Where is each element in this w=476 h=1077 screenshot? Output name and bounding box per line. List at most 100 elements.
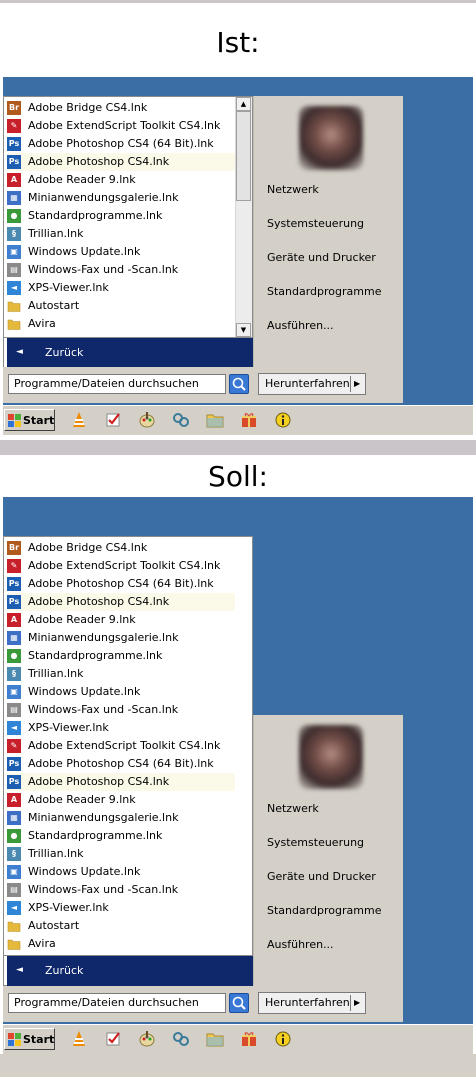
program-item[interactable]: ◄ XPS-Viewer.lnk (7, 899, 235, 917)
photoshop-icon: Ps (7, 595, 21, 609)
program-item[interactable]: Ps Adobe Photoshop CS4 (64 Bit).lnk (7, 755, 235, 773)
program-item[interactable]: ▤ Windows-Fax und -Scan.lnk (7, 881, 235, 899)
program-item[interactable]: ✎ Adobe ExtendScript Toolkit CS4.lnk (7, 737, 235, 755)
program-item-label: Adobe Reader 9.lnk (28, 793, 136, 806)
link-default-programs[interactable]: Standardprogramme (267, 904, 381, 917)
program-item-label: Adobe ExtendScript Toolkit CS4.lnk (28, 739, 221, 752)
fax-icon: ▤ (7, 883, 21, 897)
windows-update-icon: ▣ (7, 245, 21, 259)
program-item[interactable]: Autostart (7, 297, 235, 315)
shutdown-button[interactable]: Herunterfahren ▶ (258, 992, 366, 1014)
program-item-label: Adobe Bridge CS4.lnk (28, 541, 148, 554)
shutdown-arrow-icon[interactable]: ▶ (354, 374, 360, 394)
link-default-programs[interactable]: Standardprogramme (267, 285, 381, 298)
program-item[interactable]: ● Standardprogramme.lnk (7, 207, 235, 225)
program-item-label: Windows-Fax und -Scan.lnk (28, 703, 179, 716)
program-item[interactable]: ▣ Windows Update.lnk (7, 243, 235, 261)
scroll-thumb[interactable] (236, 111, 251, 201)
program-item[interactable]: ✎ Adobe ExtendScript Toolkit CS4.lnk (7, 117, 235, 135)
user-avatar[interactable] (299, 725, 363, 789)
adobe-bridge-icon: Br (7, 101, 21, 115)
program-item[interactable]: A Adobe Reader 9.lnk (7, 611, 235, 629)
info-icon[interactable] (274, 1030, 292, 1048)
photoshop-icon: Ps (7, 577, 21, 591)
program-item[interactable]: Ps Adobe Photoshop CS4 (64 Bit).lnk (7, 135, 235, 153)
start-button[interactable]: Start (4, 409, 55, 431)
taskbar: Start (3, 405, 473, 435)
program-item[interactable]: Br Adobe Bridge CS4.lnk (7, 99, 235, 117)
gift-icon[interactable] (240, 1030, 258, 1048)
link-run[interactable]: Ausführen... (267, 319, 334, 332)
link-control-panel[interactable]: Systemsteuerung (267, 836, 364, 849)
start-button[interactable]: Start (4, 1028, 55, 1050)
program-item-label: Adobe Photoshop CS4.lnk (28, 155, 170, 168)
user-avatar[interactable] (299, 106, 363, 170)
program-item[interactable]: A Adobe Reader 9.lnk (7, 171, 235, 189)
program-item[interactable]: ▦ Minianwendungsgalerie.lnk (7, 809, 235, 827)
search-input[interactable]: Programme/Dateien durchsuchen (8, 993, 226, 1013)
trillian-icon[interactable] (172, 411, 190, 429)
program-item[interactable]: Ps Adobe Photoshop CS4 (64 Bit).lnk (7, 575, 235, 593)
back-arrow-icon: ◄ (16, 347, 23, 357)
program-item[interactable]: § Trillian.lnk (7, 665, 235, 683)
search-icon[interactable] (229, 374, 249, 394)
program-item[interactable]: Ps Adobe Photoshop CS4.lnk (7, 593, 235, 611)
link-devices-printers[interactable]: Geräte und Drucker (267, 251, 376, 264)
fax-icon: ▤ (7, 263, 21, 277)
folder-icon[interactable] (206, 411, 224, 429)
link-control-panel[interactable]: Systemsteuerung (267, 217, 364, 230)
program-item[interactable]: Avira (7, 315, 235, 333)
back-arrow-icon: ◄ (16, 965, 23, 975)
program-item[interactable]: Br Adobe Bridge CS4.lnk (7, 539, 235, 557)
shutdown-arrow-icon[interactable]: ▶ (354, 993, 360, 1013)
program-item[interactable]: ▦ Minianwendungsgalerie.lnk (7, 189, 235, 207)
back-button[interactable]: ◄ Zurück (7, 338, 253, 368)
soll-section: Soll: Br Adobe Bridge CS4.lnk ✎ Adobe Exten… (0, 440, 476, 1077)
vlc-icon[interactable] (70, 1030, 88, 1048)
scrollbar[interactable]: ▲ ▼ (235, 97, 252, 337)
checklist-icon[interactable] (104, 411, 122, 429)
checklist-icon[interactable] (104, 1030, 122, 1048)
back-button[interactable]: ◄ Zurück (7, 956, 253, 986)
program-item[interactable]: § Trillian.lnk (7, 225, 235, 243)
shutdown-button[interactable]: Herunterfahren ▶ (258, 373, 366, 395)
program-item-label: Minianwendungsgalerie.lnk (28, 631, 179, 644)
program-item[interactable]: ▤ Windows-Fax und -Scan.lnk (7, 701, 235, 719)
folder-icon (7, 299, 21, 313)
link-run[interactable]: Ausführen... (267, 938, 334, 951)
program-item[interactable]: ▦ Minianwendungsgalerie.lnk (7, 629, 235, 647)
paint-icon[interactable] (138, 411, 156, 429)
right-panel: Netzwerk Systemsteuerung Geräte und Druc… (253, 96, 403, 368)
info-icon[interactable] (274, 411, 292, 429)
program-item[interactable]: ◄ XPS-Viewer.lnk (7, 279, 235, 297)
program-item[interactable]: ● Standardprogramme.lnk (7, 647, 235, 665)
link-devices-printers[interactable]: Geräte und Drucker (267, 870, 376, 883)
vlc-icon[interactable] (70, 411, 88, 429)
program-item[interactable]: Avira (7, 935, 235, 953)
link-network[interactable]: Netzwerk (267, 802, 319, 815)
paint-icon[interactable] (138, 1030, 156, 1048)
scroll-down-button[interactable]: ▼ (236, 323, 251, 337)
scroll-up-button[interactable]: ▲ (236, 97, 251, 111)
trillian-icon[interactable] (172, 1030, 190, 1048)
folder-icon (7, 317, 21, 331)
program-item[interactable]: Ps Adobe Photoshop CS4.lnk (7, 773, 235, 791)
search-input[interactable]: Programme/Dateien durchsuchen (8, 374, 226, 394)
start-label: Start (23, 414, 55, 427)
search-icon[interactable] (229, 993, 249, 1013)
program-item[interactable]: ◄ XPS-Viewer.lnk (7, 719, 235, 737)
program-item[interactable]: ● Standardprogramme.lnk (7, 827, 235, 845)
program-item[interactable]: Autostart (7, 917, 235, 935)
program-item[interactable]: ▤ Windows-Fax und -Scan.lnk (7, 261, 235, 279)
program-item[interactable]: Ps Adobe Photoshop CS4.lnk (7, 153, 235, 171)
program-item[interactable]: A Adobe Reader 9.lnk (7, 791, 235, 809)
program-item[interactable]: § Trillian.lnk (7, 845, 235, 863)
adobe-reader-icon: A (7, 173, 21, 187)
folder-icon[interactable] (206, 1030, 224, 1048)
program-item[interactable]: ▣ Windows Update.lnk (7, 863, 235, 881)
program-item[interactable]: ✎ Adobe ExtendScript Toolkit CS4.lnk (7, 557, 235, 575)
adobe-extendscript-icon: ✎ (7, 119, 21, 133)
program-item[interactable]: ▣ Windows Update.lnk (7, 683, 235, 701)
link-network[interactable]: Netzwerk (267, 183, 319, 196)
gift-icon[interactable] (240, 411, 258, 429)
